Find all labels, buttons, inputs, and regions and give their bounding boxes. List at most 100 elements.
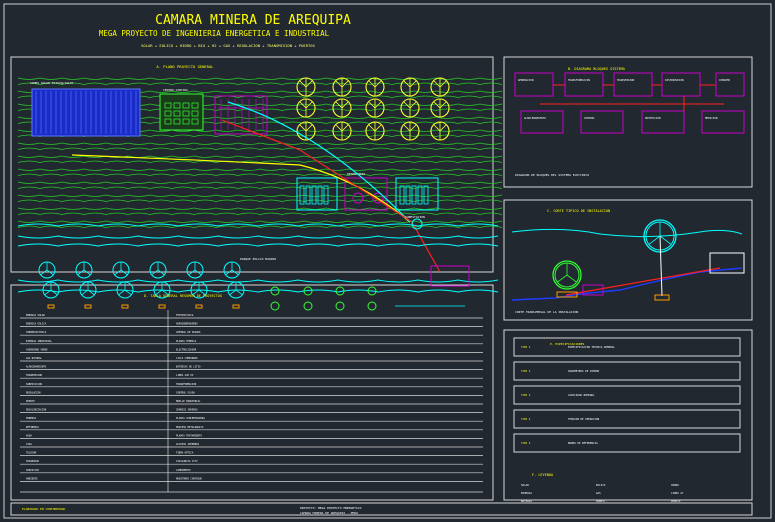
block-box <box>613 72 653 97</box>
table-cell-type: CENTRAL DE PASADA <box>176 331 201 334</box>
turbine-base <box>121 304 129 309</box>
table-cell-type: MONITOREO CONTINUO <box>176 477 202 480</box>
block-label: ALMACENAMIENTO <box>524 116 546 120</box>
table-cell-type: AEROGENERADORES <box>176 323 198 326</box>
tank <box>417 185 423 205</box>
table-cell-type: ACCESOS INTERNOS <box>176 443 200 446</box>
control-building: CENTRO CONTROL <box>159 88 204 131</box>
table-cell-type: ELECTROLIZADOR <box>176 348 197 351</box>
table-cell-name: REFINERIA <box>26 426 40 429</box>
tree-symbol <box>430 98 450 118</box>
table-cell-type: VIGILANCIA CCTV <box>176 460 198 463</box>
spec-item: TIPO 3 <box>521 393 531 397</box>
section-drawing <box>511 219 745 301</box>
turbine-base <box>84 304 92 309</box>
block-panel-frame <box>503 56 753 188</box>
legend-item: HIDRO <box>671 483 679 487</box>
spec-item: TIPO 1 <box>521 345 531 349</box>
offshore-label: PARQUE EOLICO MARINO <box>240 257 276 261</box>
spec-item: TIPO 2 <box>521 369 531 373</box>
table-cell-name: HIDROGENO VERDE <box>26 348 48 351</box>
sheet-tagline: SOLAR + EOLICO + HIDRO + BIO + H2 + GAS … <box>141 43 315 48</box>
green-node <box>367 301 377 311</box>
table-cell-name: TELECOM. <box>26 452 38 455</box>
table-cell-name: AGUA <box>26 434 32 437</box>
section-water <box>511 228 743 238</box>
spec-desc: CAPACIDAD NOMINAL <box>568 393 595 397</box>
tree-symbol <box>365 98 385 118</box>
table-panel-frame <box>10 284 494 501</box>
turbine-symbol <box>149 261 167 279</box>
table-cell-type: LINEA 220 KV <box>176 374 194 377</box>
tree-symbol <box>400 98 420 118</box>
spec-item: TIPO 4 <box>521 417 531 421</box>
green-node <box>270 286 280 296</box>
footer-center-1: PROYECTO: MEGA PROYECTO ENERGETICO <box>300 506 362 510</box>
turbine-symbol <box>112 261 130 279</box>
block-label: MEDICION <box>705 116 718 120</box>
block-label: DISTRIBUCION <box>665 78 684 82</box>
contour-line <box>17 160 503 163</box>
control-label: CENTRO CONTROL <box>163 88 188 92</box>
table-cell-name: ALMACENAMIENTO <box>26 366 47 369</box>
table-cell-type: PROCESO METALURGICO <box>176 426 204 429</box>
turbine-base <box>195 304 203 309</box>
wave-line <box>17 243 499 247</box>
green-node <box>335 301 345 311</box>
green-node <box>270 301 280 311</box>
block-title: B. DIAGRAMA BLOQUES SISTEMA <box>568 67 626 71</box>
section-tower <box>659 235 663 297</box>
table-cell-name: TRANSMISION <box>26 374 42 377</box>
table-cell-name: PUERTO <box>26 400 35 403</box>
tank <box>399 185 405 205</box>
spec-desc: TENSION DE OPERACION <box>568 417 600 421</box>
tree-symbol <box>365 121 385 141</box>
block-label: CONSUMO <box>719 78 730 82</box>
spec-box <box>513 385 741 405</box>
footer-frame <box>10 502 753 516</box>
table-cell-name: SUBESTACION <box>26 383 42 386</box>
table-cell-name: HIDROELECTRICA <box>26 331 47 334</box>
block-diagram: GENERACION TRANSFORMACION TRANSMISION DISTR… <box>514 72 745 134</box>
block-box <box>641 110 685 134</box>
contour-line <box>17 225 503 228</box>
cad-drawing: CAMARA MINERA DE AREQUIPA MEGA PROYECTO … <box>3 3 772 519</box>
plant-outline <box>214 95 268 135</box>
tree-symbol <box>296 77 316 97</box>
footer-left: ELABORADO EN CONFORMIDAD <box>22 507 66 511</box>
offshore-turbines <box>38 261 465 311</box>
tree-symbol <box>400 77 420 97</box>
port-structure <box>430 265 470 287</box>
block-label: TRANSFORMACION <box>568 78 590 82</box>
sheet-border <box>3 3 772 519</box>
tree-symbol <box>332 121 352 141</box>
spec-item: TIPO 5 <box>521 441 531 445</box>
legend-item: SUBEST. <box>596 499 607 503</box>
block-box <box>514 72 554 97</box>
table-cell-name: SERVICIOS <box>26 469 40 472</box>
tree-symbol <box>365 77 385 97</box>
section-note: CORTE TRANSVERSAL DE LA INSTALACION <box>515 310 578 314</box>
wave-line <box>17 279 499 283</box>
contour-line <box>17 147 503 150</box>
sheet-subtitle: MEGA PROYECTO DE INGENIERIA ENERGETICA E… <box>99 29 330 38</box>
legend-title: F. LEYENDA <box>532 473 554 477</box>
block-label: TRANSMISION <box>617 78 635 82</box>
legend-item: GAS <box>596 491 601 495</box>
table-cell-type: FOTOVOLTAICA <box>176 314 194 317</box>
table-cell-type: CONTROL SCADA <box>176 391 195 394</box>
table-cell-name: SEGURIDAD <box>26 460 40 463</box>
table-title: D. TABLA GENERAL RESUMEN DE PROYECTOS <box>144 294 222 298</box>
block-box <box>715 72 745 97</box>
legend-item: EOLICO <box>596 483 606 487</box>
tank <box>352 192 364 204</box>
contour-line <box>17 168 503 171</box>
legend-item: SOLAR <box>521 483 529 487</box>
turbine-base <box>47 304 55 309</box>
solar-field: CAMPO SOLAR FOTOVOLTAICO <box>30 81 141 137</box>
contour-line <box>17 212 503 215</box>
summary-table: ENERGIA SOLAR FOTOVOLTAICA ENERGIA EOLICA A… <box>20 310 483 493</box>
control-center <box>159 93 204 131</box>
spec-box <box>513 337 741 357</box>
table-cell-type: CICLO COMBINADO <box>176 357 198 360</box>
